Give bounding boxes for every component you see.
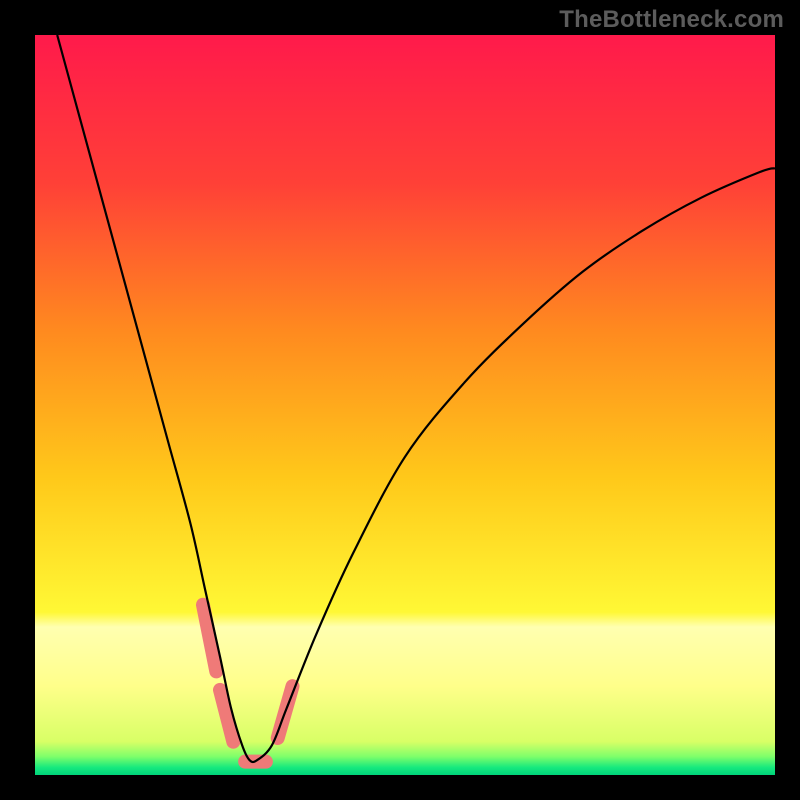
watermark-text: TheBottleneck.com (559, 6, 784, 34)
chart-svg (35, 35, 775, 775)
gradient-background (35, 35, 775, 775)
chart-frame: TheBottleneck.com (0, 0, 800, 800)
plot-area (35, 35, 775, 775)
